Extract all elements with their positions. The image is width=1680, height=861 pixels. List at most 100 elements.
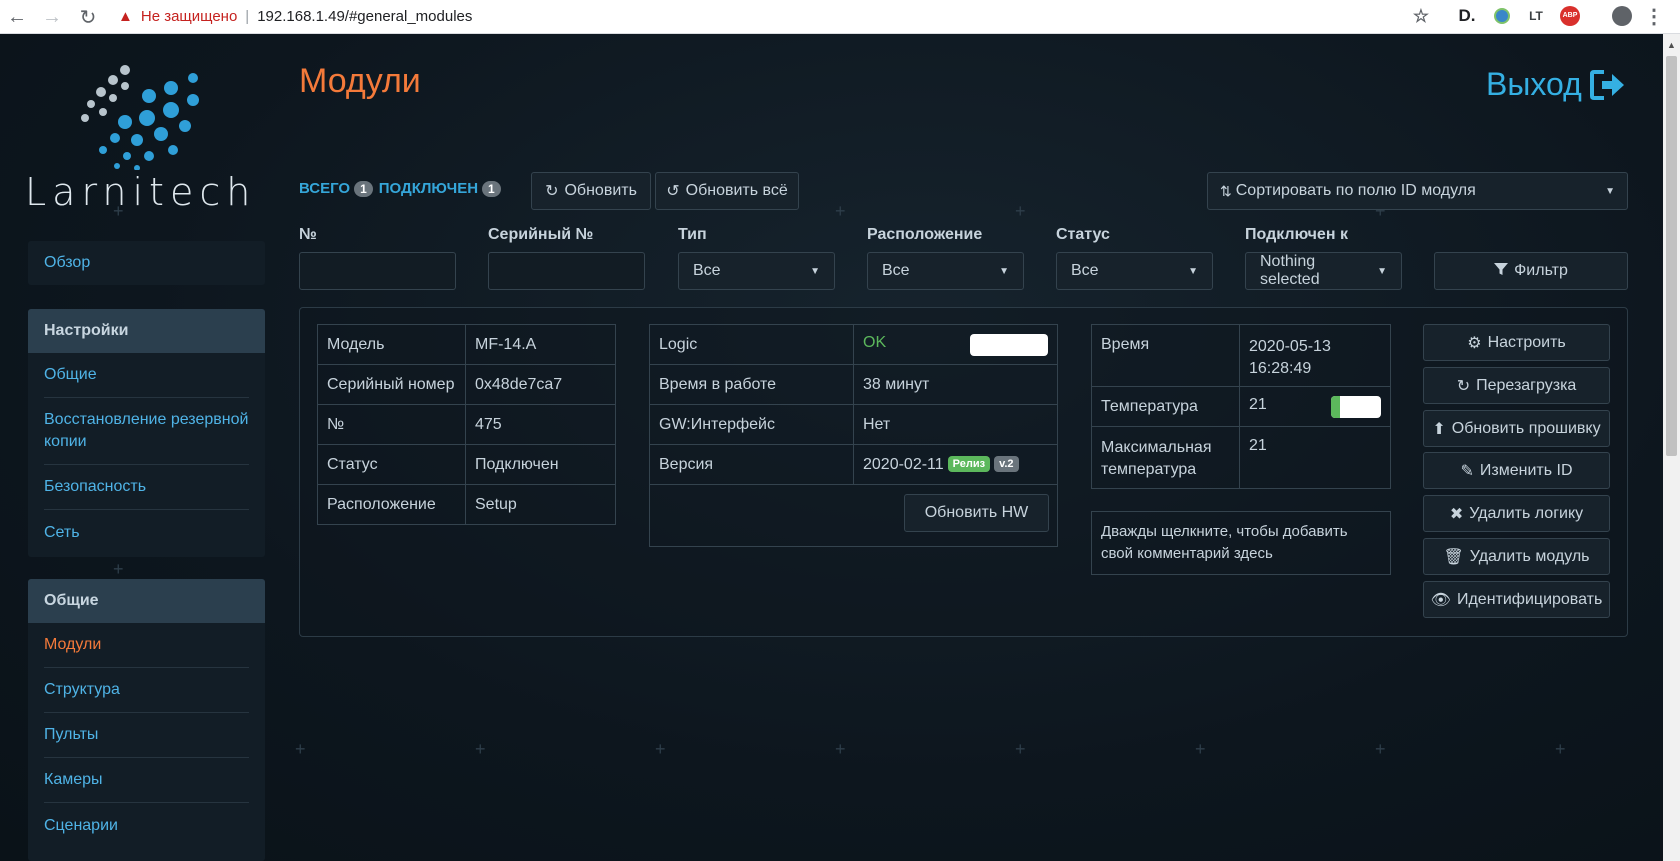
bookmark-star-icon[interactable]: ☆ <box>1409 4 1433 28</box>
sidebar-settings-header[interactable]: Настройки <box>28 309 265 353</box>
refresh-all-button[interactable]: ↺ Обновить всё <box>655 172 799 210</box>
chevron-down-icon: ▼ <box>1605 185 1615 197</box>
version-badge: v.2 <box>994 456 1019 473</box>
url-text[interactable]: 192.168.1.49/#general_modules <box>257 8 472 25</box>
insecure-label: Не защищено <box>140 7 238 25</box>
update-firmware-button[interactable]: ⬆ Обновить прошивку <box>1423 410 1610 447</box>
address-bar[interactable]: ▲ Не защищено | 192.168.1.49/#general_mo… <box>118 2 472 30</box>
module-counts: ВСЕГО 1 ПОДКЛЮЧЕН 1 <box>299 180 507 197</box>
update-firmware-label: Обновить прошивку <box>1451 419 1601 437</box>
background-cross: + <box>295 739 306 759</box>
max-temperature-key-line2: температура <box>1101 461 1197 478</box>
delete-module-button[interactable]: 🗑 Удалить модуль <box>1423 538 1610 575</box>
status-filter-select[interactable]: Все ▼ <box>1056 252 1213 290</box>
sidebar-item-cameras[interactable]: Камеры <box>44 758 249 803</box>
refresh-label: Обновить <box>564 182 637 199</box>
table-row: Статус Подключен <box>317 444 616 485</box>
comment-box[interactable]: Дважды щелкните, чтобы добавить свой ком… <box>1091 511 1391 575</box>
adblock-icon[interactable]: ABP <box>1558 4 1582 28</box>
filter-label-location: Расположение <box>867 226 983 243</box>
scroll-up-icon[interactable]: ▲ <box>1667 40 1676 50</box>
table-row: Время 2020-05-13 16:28:49 <box>1091 324 1391 387</box>
extension-lt-icon[interactable]: LT <box>1524 4 1548 28</box>
reboot-label: Перезагрузка <box>1476 376 1577 394</box>
sort-label: Сортировать по полю ID модуля <box>1235 182 1476 199</box>
number-filter-input[interactable] <box>299 252 456 290</box>
logout-icon <box>1589 69 1624 100</box>
logout-button[interactable]: Выход <box>1486 66 1626 103</box>
refresh-icon: ↻ <box>1456 377 1471 395</box>
forward-icon[interactable]: → <box>37 2 67 32</box>
extension-globe-icon[interactable] <box>1491 4 1513 28</box>
delete-module-label: Удалить модуль <box>1469 547 1590 565</box>
sidebar-item-remotes[interactable]: Пульты <box>44 713 249 758</box>
background-cross: + <box>1555 739 1566 759</box>
refresh-button[interactable]: ↻ Обновить <box>531 172 651 210</box>
info-key: № <box>317 404 466 445</box>
reload-icon[interactable]: ↻ <box>73 2 103 32</box>
arrow-up-circle-icon: ⬆ <box>1432 420 1446 438</box>
logo-dots-icon <box>81 65 199 171</box>
filter-label-type: Тип <box>678 226 707 243</box>
identify-button[interactable]: 👁 Идентифицировать <box>1423 581 1610 618</box>
location-filter-select[interactable]: Все ▼ <box>867 252 1024 290</box>
rotate-icon: ↺ <box>666 183 680 200</box>
logic-value-cell: OK <box>853 324 1058 365</box>
sidebar-item-overview[interactable]: Обзор <box>44 241 249 285</box>
profile-icon[interactable] <box>1610 4 1634 28</box>
time-value-date: 2020-05-13 <box>1249 338 1331 355</box>
version-value-cell: 2020-02-11 Релиз v.2 <box>853 444 1058 485</box>
connected-to-filter-select[interactable]: Nothing selected ▼ <box>1245 252 1402 290</box>
table-row: Logic OK <box>649 324 1058 365</box>
table-row: Серийный номер 0x48de7ca7 <box>317 364 616 405</box>
scroll-thumb[interactable] <box>1666 56 1677 456</box>
sidebar-item-general[interactable]: Общие <box>44 353 249 398</box>
gw-key: GW:Интерфейс <box>649 404 854 445</box>
reboot-button[interactable]: ↻ Перезагрузка <box>1423 367 1610 404</box>
identify-label: Идентифицировать <box>1456 590 1603 608</box>
background-cross: + <box>1195 739 1206 759</box>
extension-d-icon[interactable]: D. <box>1455 4 1479 28</box>
menu-icon[interactable]: ⋮ <box>1644 4 1664 28</box>
trash-icon: 🗑 <box>1443 548 1464 566</box>
logo-text: Larnitech <box>25 170 257 214</box>
type-filter-select[interactable]: Все ▼ <box>678 252 835 290</box>
sidebar-item-security[interactable]: Безопасность <box>44 465 249 510</box>
sidebar-item-network[interactable]: Сеть <box>44 510 249 555</box>
module-sensors-table: Время 2020-05-13 16:28:49 Температура 21 … <box>1091 324 1391 489</box>
info-value: 0x48de7ca7 <box>465 364 616 405</box>
larnitech-logo[interactable]: Larnitech <box>25 60 270 214</box>
sidebar-general-header[interactable]: Общие <box>28 579 265 623</box>
sidebar-item-scenarios[interactable]: Сценарии <box>44 803 249 848</box>
info-key: Расположение <box>317 484 466 525</box>
sidebar-item-backup-restore[interactable]: Восстановление резервной копии <box>44 398 249 465</box>
close-circle-icon: ✖ <box>1449 505 1464 523</box>
info-value: 475 <box>465 404 616 445</box>
sidebar-item-structure[interactable]: Структура <box>44 668 249 713</box>
delete-logic-label: Удалить логику <box>1469 504 1584 522</box>
configure-button[interactable]: ⚙ Настроить <box>1423 324 1610 361</box>
background-cross: + <box>835 739 846 759</box>
sidebar-settings-block: Настройки Общие Восстановление резервной… <box>28 309 265 557</box>
page-scrollbar[interactable]: ▲ <box>1663 34 1680 861</box>
table-row: Время в работе 38 минут <box>649 364 1058 405</box>
url-separator: | <box>245 7 250 25</box>
sort-select[interactable]: ⇅ Сортировать по полю ID модуля ▼ <box>1207 172 1628 210</box>
refresh-all-label: Обновить всё <box>685 182 788 199</box>
background-cross: + <box>113 559 124 579</box>
eye-icon: 👁 <box>1430 591 1451 609</box>
serial-filter-input[interactable] <box>488 252 645 290</box>
info-key: Модель <box>317 324 466 365</box>
update-hw-button[interactable]: Обновить HW <box>904 494 1049 532</box>
change-id-button[interactable]: ✎ Изменить ID <box>1423 452 1610 489</box>
logic-indicator <box>970 333 1048 356</box>
connected-label: ПОДКЛЮЧЕН <box>378 180 479 197</box>
time-value-time: 16:28:49 <box>1249 360 1312 377</box>
chevron-down-icon: ▼ <box>1188 265 1198 277</box>
back-icon[interactable]: ← <box>2 2 32 32</box>
delete-logic-button[interactable]: ✖ Удалить логику <box>1423 495 1610 532</box>
status-filter-value: Все <box>1071 262 1099 279</box>
sidebar-item-modules[interactable]: Модули <box>44 623 249 668</box>
filter-button[interactable]: Фильтр <box>1434 252 1628 290</box>
background-cross: + <box>1015 739 1026 759</box>
